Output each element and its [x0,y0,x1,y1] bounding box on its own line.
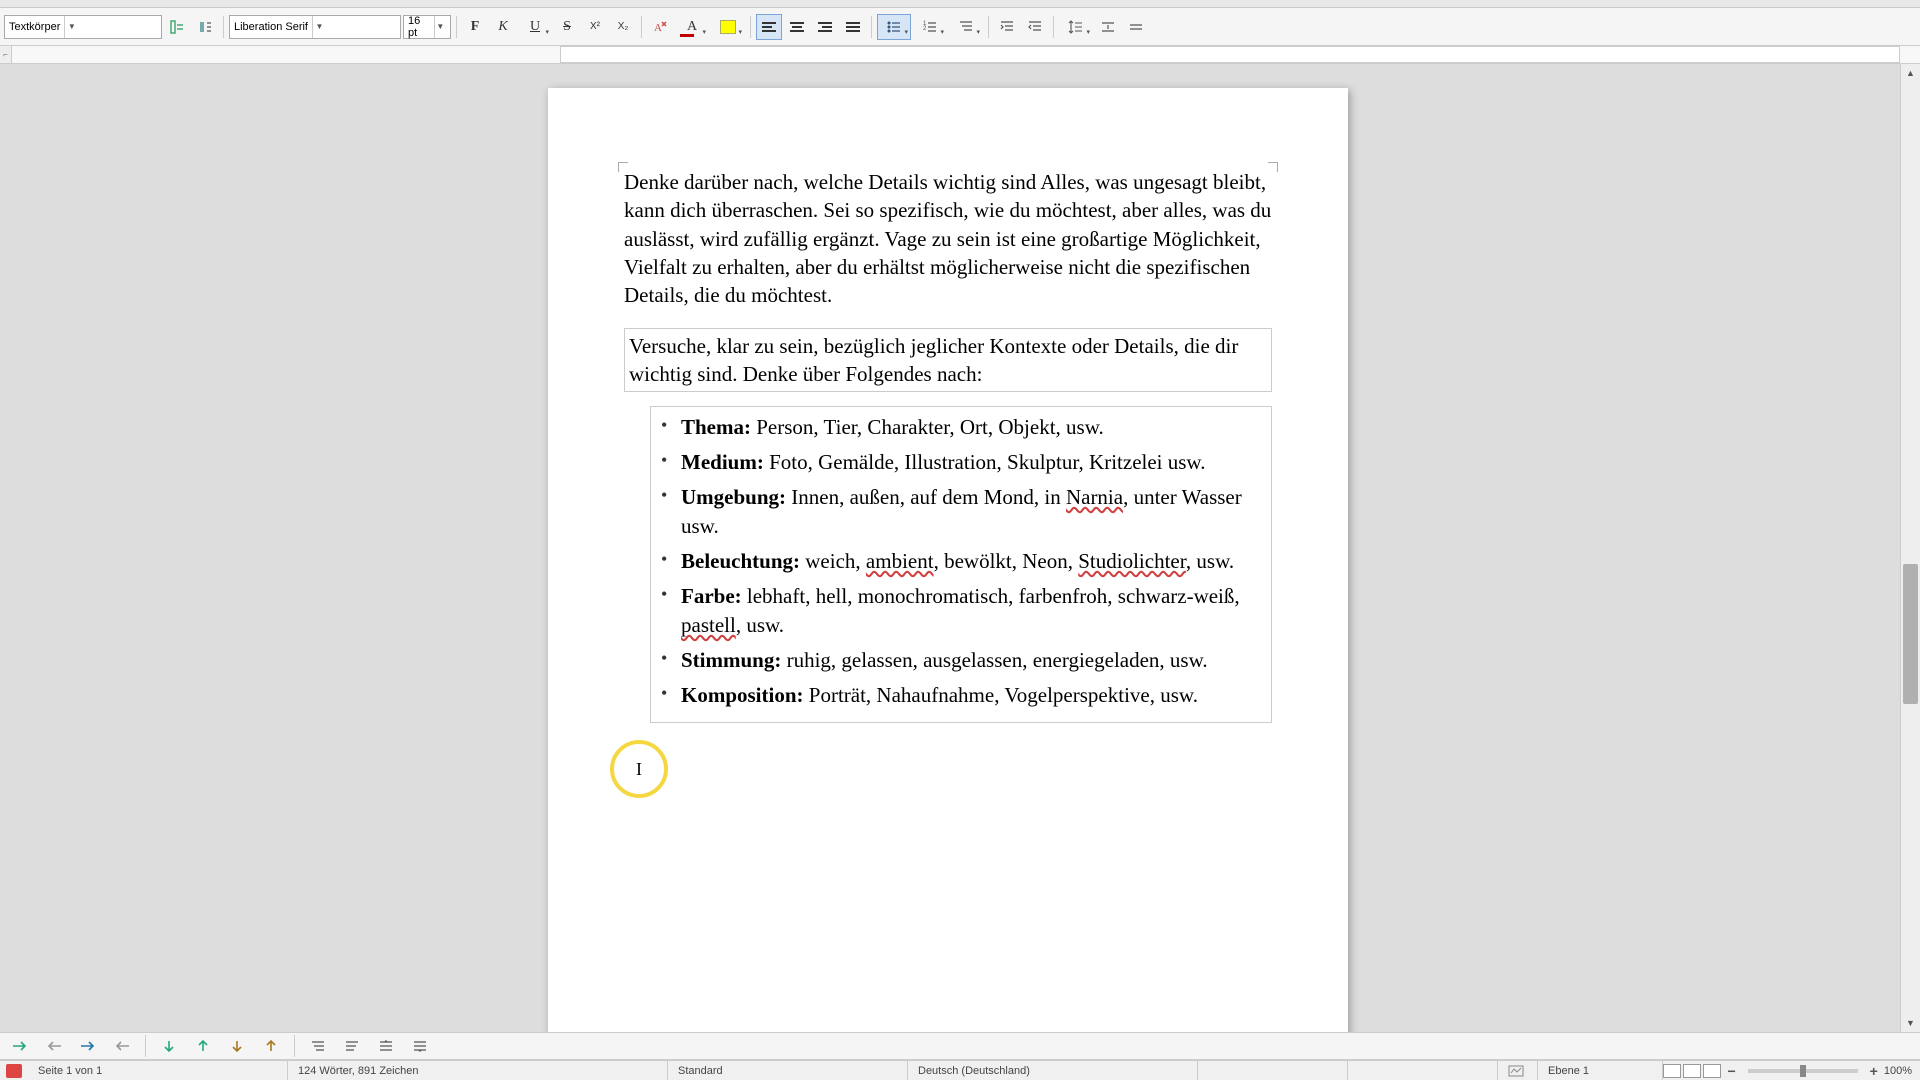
update-style-button[interactable] [164,14,190,40]
chevron-down-icon: ▼ [64,16,78,38]
highlight-swatch [720,20,736,34]
word-count-cell[interactable]: 124 Wörter, 891 Zeichen [288,1061,668,1080]
clear-formatting-button[interactable]: A [647,14,673,40]
new-style-button[interactable] [192,14,218,40]
font-color-button[interactable]: A [675,14,709,40]
zoom-slider-handle[interactable] [1800,1065,1806,1077]
strikethrough-button[interactable]: S [554,14,580,40]
nav-page-down-button[interactable] [223,1035,251,1057]
level-cell[interactable]: Ebene 1 [1538,1061,1663,1080]
clipped-main-toolbar [0,0,1920,8]
scroll-up-button[interactable]: ▲ [1901,64,1920,82]
chevron-down-icon: ▼ [312,16,326,38]
selection-mode-cell[interactable] [1348,1061,1498,1080]
align-left-button[interactable] [756,14,782,40]
list-item: Umgebung: Innen, außen, auf dem Mond, in… [661,483,1263,541]
line-spacing-button[interactable] [1059,14,1093,40]
zoom-value[interactable]: 100% [1884,1065,1912,1077]
horizontal-ruler[interactable]: ⌐ [0,46,1920,64]
nav-page-up-button[interactable] [257,1035,285,1057]
subscript-button[interactable]: X₂ [610,14,636,40]
align-right-icon [818,20,832,34]
document-viewport[interactable]: Denke darüber nach, welche Details wicht… [0,64,1900,1032]
nav-forward-button[interactable] [6,1035,34,1057]
chevron-down-icon: ▼ [434,16,446,38]
zoom-out-button[interactable]: − [1727,1063,1735,1079]
zoom-in-button[interactable]: + [1870,1063,1878,1079]
ruler-scale [560,46,1900,63]
align-center-icon [790,20,804,34]
book-view-button[interactable] [1703,1064,1721,1078]
move-down-button[interactable] [406,1035,434,1057]
list-item: Beleuchtung: weich, ambient, bewölkt, Ne… [661,547,1263,576]
outline-list-button[interactable] [949,14,983,40]
demote-button[interactable] [338,1035,366,1057]
nav-link-back-button[interactable] [108,1035,136,1057]
margin-marker-tl [618,162,628,172]
page-info-cell[interactable]: Seite 1 von 1 [28,1061,288,1080]
signature-cell[interactable] [1498,1061,1538,1080]
align-left-icon [762,20,776,34]
nav-back-button[interactable] [40,1035,68,1057]
navigation-toolbar [0,1032,1920,1060]
status-bar: Seite 1 von 1 124 Wörter, 891 Zeichen St… [0,1060,1920,1080]
paragraph-style-combo[interactable]: Textkörper ▼ [4,15,162,39]
align-justify-icon [846,20,860,34]
italic-button[interactable]: K [490,14,516,40]
align-justify-button[interactable] [840,14,866,40]
decrease-spacing-button[interactable] [1123,14,1149,40]
vertical-scrollbar[interactable]: ▲ ▼ [1900,64,1920,1032]
body-paragraph-2[interactable]: Versuche, klar zu sein, bezüglich jeglic… [624,328,1272,393]
move-up-button[interactable] [372,1035,400,1057]
font-color-swatch [680,34,694,37]
single-page-view-button[interactable] [1663,1064,1681,1078]
body-paragraph-1[interactable]: Denke darüber nach, welche Details wicht… [624,168,1272,310]
bold-button[interactable]: F [462,14,488,40]
align-right-button[interactable] [812,14,838,40]
list-item: Farbe: lebhaft, hell, monochromatisch, f… [661,582,1263,640]
font-size-combo[interactable]: 16 pt ▼ [403,15,451,39]
decrease-indent-button[interactable] [1022,14,1048,40]
increase-spacing-button[interactable] [1095,14,1121,40]
increase-indent-button[interactable] [994,14,1020,40]
cursor-caret: I [636,759,642,780]
promote-button[interactable] [304,1035,332,1057]
underline-button[interactable]: U [518,14,552,40]
highlight-color-button[interactable] [711,14,745,40]
paragraph-style-value: Textkörper [9,21,60,33]
list-item: Medium: Foto, Gemälde, Illustration, Sku… [661,448,1263,477]
font-size-value: 16 pt [408,15,430,39]
zoom-slider[interactable] [1748,1069,1858,1073]
insert-mode-cell[interactable] [1198,1061,1348,1080]
svg-text:2: 2 [923,26,927,32]
bullet-list-button[interactable] [877,14,911,40]
scroll-down-button[interactable]: ▼ [1901,1014,1920,1032]
formatting-toolbar: Textkörper ▼ Liberation Serif ▼ 16 pt ▼ … [0,8,1920,46]
svg-text:A: A [654,22,662,34]
page-style-cell[interactable]: Standard [668,1061,908,1080]
margin-marker-tr [1268,162,1278,172]
list-item: Thema: Person, Tier, Charakter, Ort, Obj… [661,413,1263,442]
bullet-list[interactable]: Thema: Person, Tier, Charakter, Ort, Obj… [650,406,1272,723]
save-status-icon[interactable] [6,1064,22,1078]
language-cell[interactable]: Deutsch (Deutschland) [908,1061,1198,1080]
ruler-corner: ⌐ [0,46,12,63]
numbered-list-button[interactable]: 12 [913,14,947,40]
nav-link-forward-button[interactable] [74,1035,102,1057]
document-page[interactable]: Denke darüber nach, welche Details wicht… [548,88,1348,1032]
nav-down-button[interactable] [155,1035,183,1057]
view-mode-buttons[interactable] [1663,1064,1721,1078]
align-center-button[interactable] [784,14,810,40]
multi-page-view-button[interactable] [1683,1064,1701,1078]
list-item: Komposition: Porträt, Nahaufnahme, Vogel… [661,681,1263,710]
list-item: Stimmung: ruhig, gelassen, ausgelassen, … [661,646,1263,675]
nav-up-button[interactable] [189,1035,217,1057]
font-name-combo[interactable]: Liberation Serif ▼ [229,15,401,39]
scrollbar-thumb[interactable] [1903,564,1918,704]
font-name-value: Liberation Serif [234,21,308,33]
text-cursor-highlight: I [610,740,668,798]
superscript-button[interactable]: X² [582,14,608,40]
